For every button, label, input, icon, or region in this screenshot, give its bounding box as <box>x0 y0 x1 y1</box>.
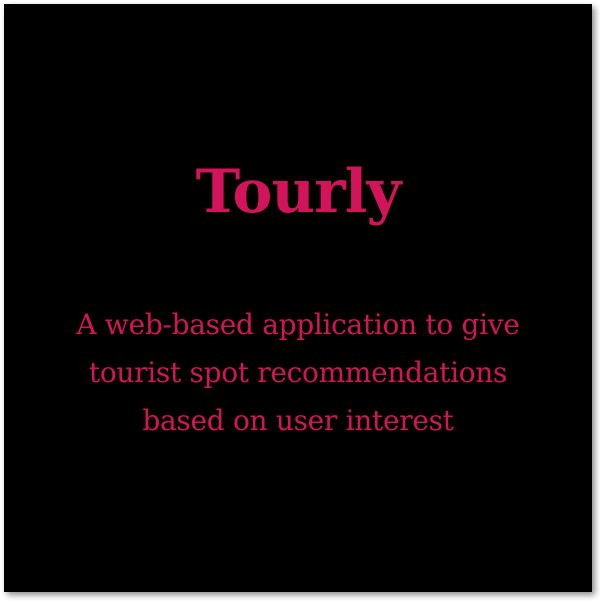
description-line-2: tourist spot recommendations <box>88 356 508 389</box>
app-title: Tourly <box>195 157 402 227</box>
description-line-1: A web-based application to give <box>76 308 520 341</box>
app-description: A web-based application to give tourist … <box>14 301 582 445</box>
description-line-3: based on user interest <box>142 404 454 437</box>
title-card: Tourly A web-based application to give t… <box>4 4 592 592</box>
